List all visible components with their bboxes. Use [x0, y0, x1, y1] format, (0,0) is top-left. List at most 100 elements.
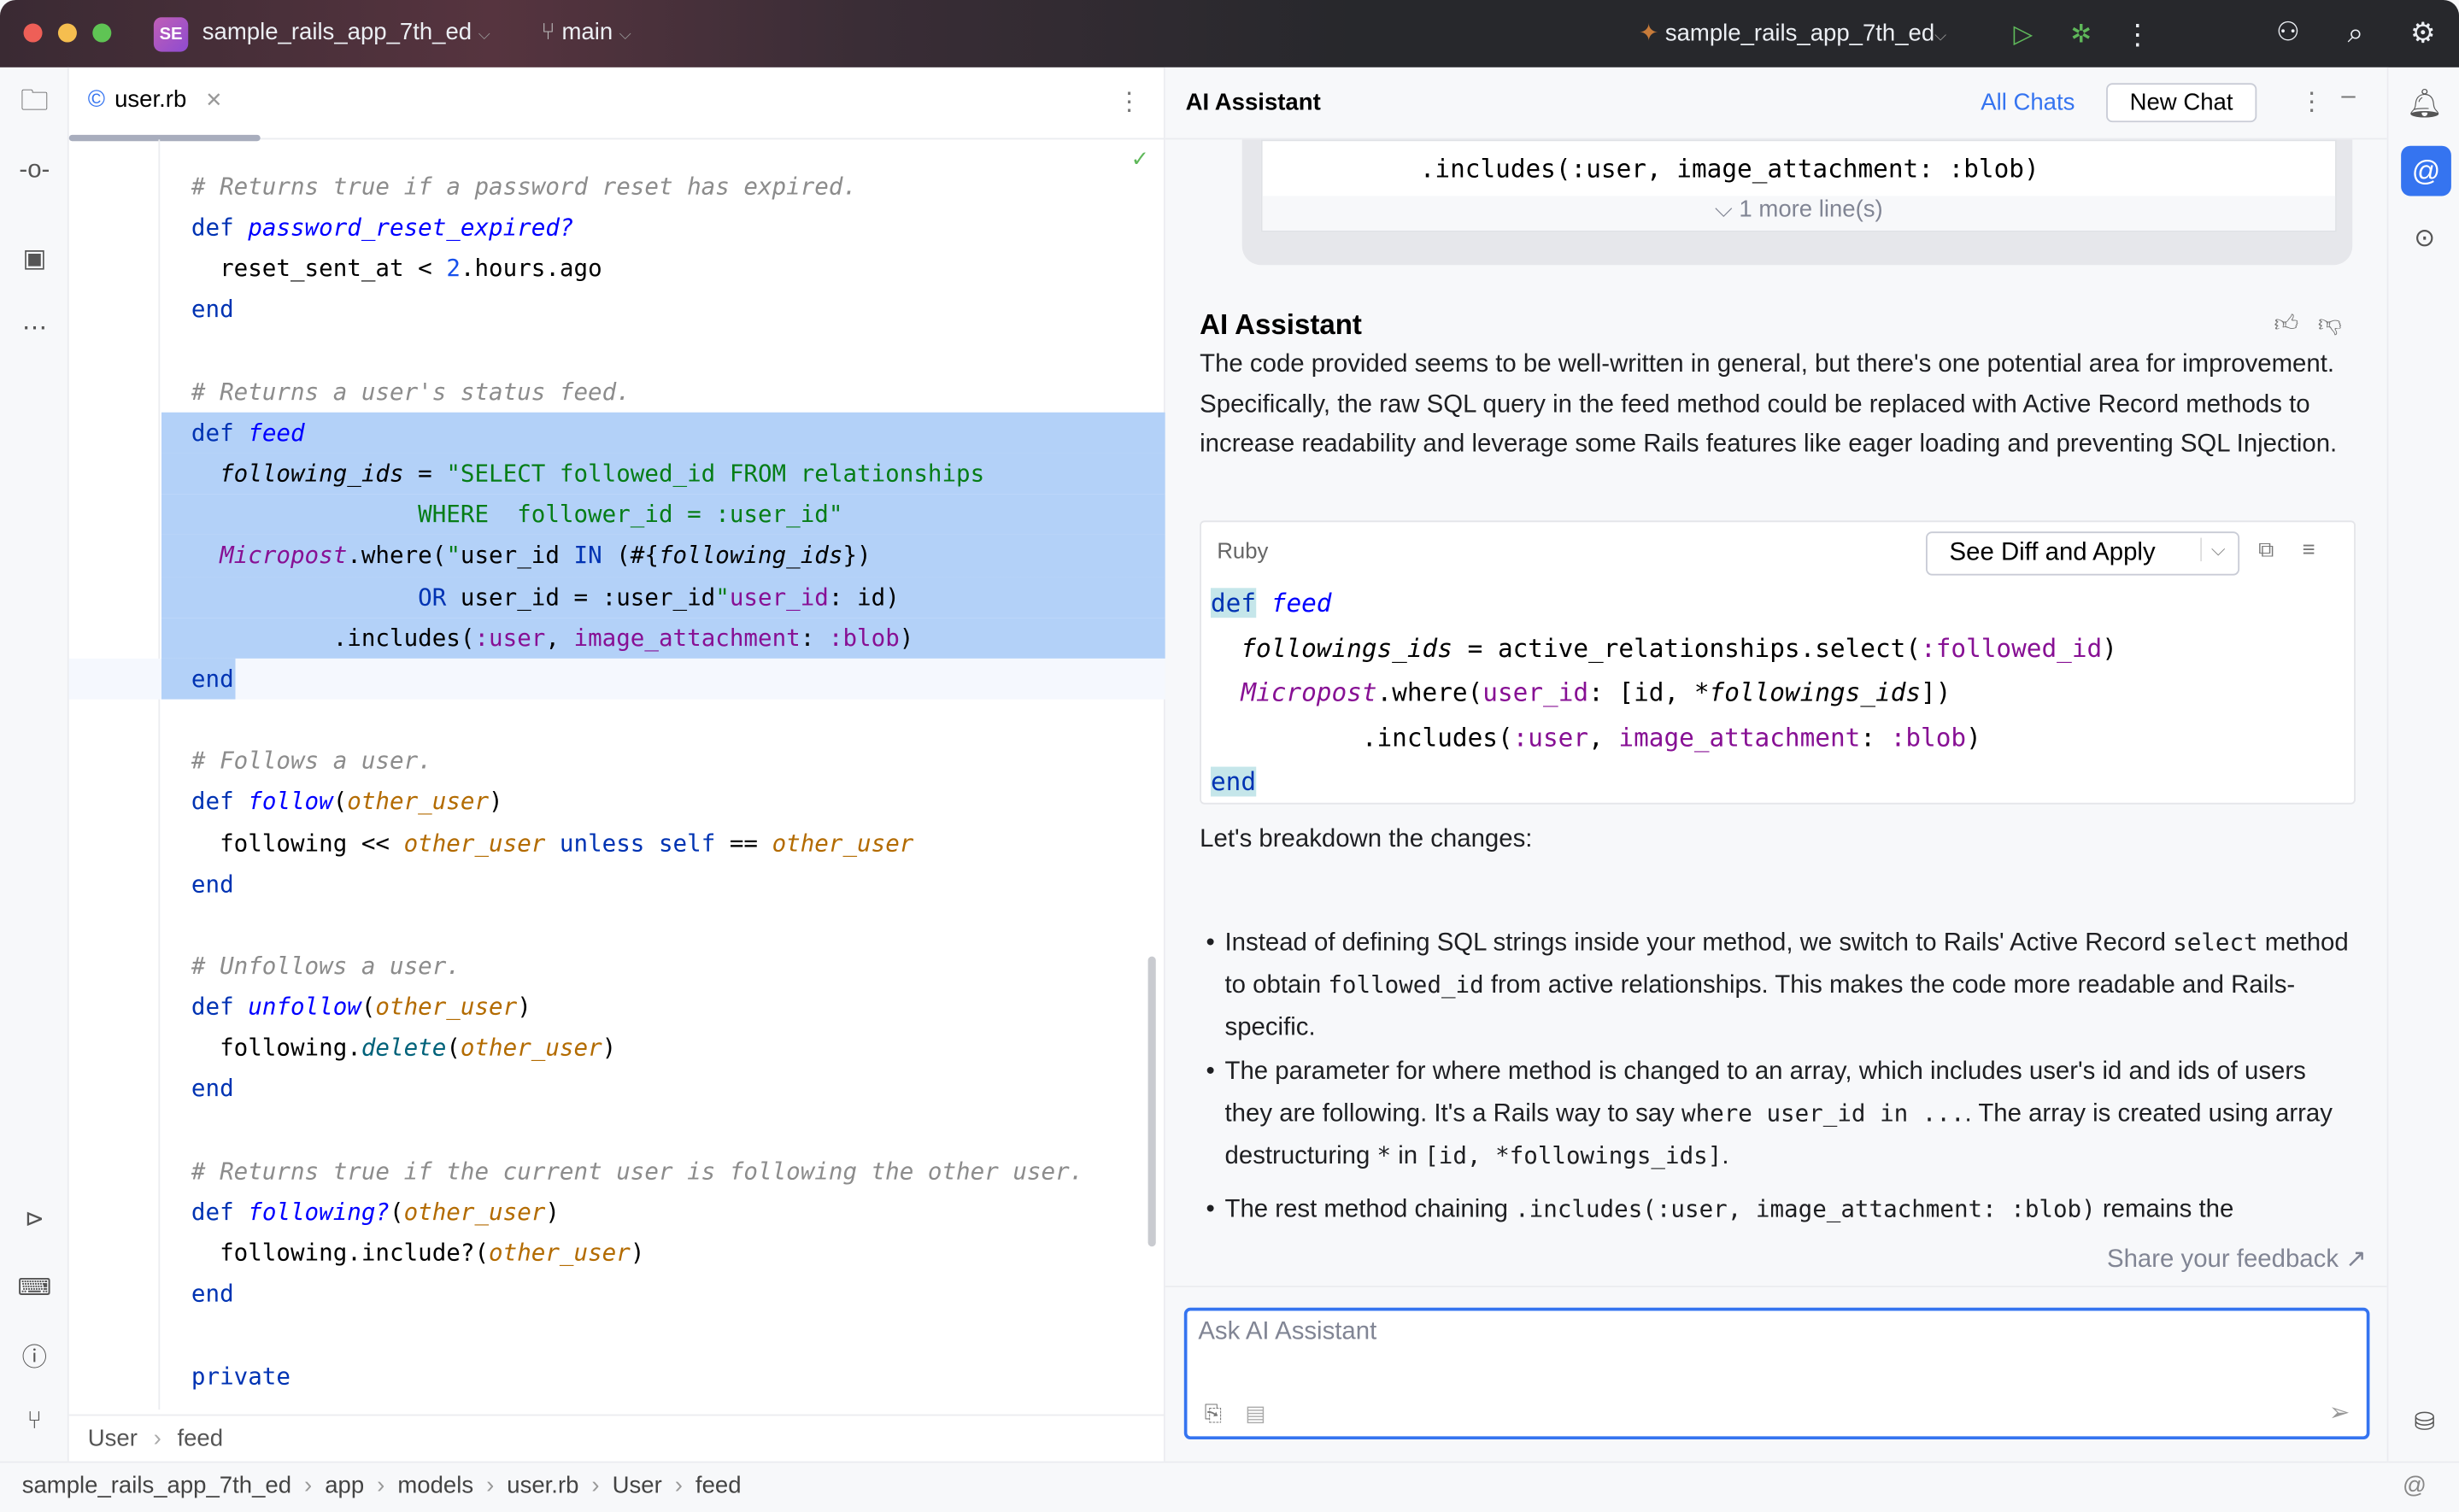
minimize-icon[interactable]: – — [2341, 83, 2355, 111]
all-chats-link[interactable]: All Chats — [1981, 90, 2075, 116]
code-line[interactable]: # Returns true if the current user is fo… — [69, 1151, 1165, 1192]
breadcrumb-item[interactable]: User — [88, 1425, 138, 1451]
code-line[interactable]: # Returns a user's status feed. — [69, 372, 1165, 413]
insert-at-caret-icon[interactable]: ≡ — [2303, 536, 2315, 561]
code-line[interactable]: .includes(:user, image_attachment: :blob… — [68, 617, 1165, 659]
terminal-icon[interactable]: ⌨ — [17, 1272, 52, 1304]
path-segment[interactable]: models — [397, 1473, 473, 1499]
path-segment[interactable]: app — [325, 1473, 364, 1499]
folder-icon[interactable]: 🗀 — [17, 85, 51, 121]
gear-icon[interactable]: ⚙ — [2406, 15, 2440, 50]
code-lines[interactable]: # Returns true if a password reset has e… — [68, 167, 1165, 1397]
thumbs-up-icon[interactable]: 👍︎ — [2274, 310, 2298, 338]
code-editor[interactable]: © user.rb ✕ ⋮ ✓ # Returns true if a pass… — [68, 67, 1165, 1462]
expand-more-lines[interactable]: ⌵ 1 more line(s) — [1262, 196, 2336, 231]
code-line[interactable] — [69, 1315, 1165, 1356]
code-token: other_user — [347, 788, 490, 817]
code-token: def — [191, 788, 249, 817]
chevron-down-icon[interactable]: ⌵ — [2200, 537, 2226, 562]
run-icon[interactable]: ▷ — [2007, 19, 2039, 50]
tab-options-icon[interactable]: ⋮ — [1117, 86, 1141, 118]
database-icon[interactable]: ⛁ — [2407, 1405, 2441, 1439]
branch-selector[interactable]: ⑂ main ⌵ — [541, 19, 631, 45]
code-line[interactable]: def password_reset_expired? — [69, 208, 1165, 249]
code-token: :user — [474, 624, 546, 653]
thumbs-down-icon[interactable]: 👎︎ — [2318, 310, 2342, 338]
save-prompt-icon[interactable]: ▤ — [1245, 1400, 1265, 1427]
add-user-icon[interactable]: ⚇ — [2271, 15, 2305, 50]
close-tab-icon[interactable]: ✕ — [205, 87, 222, 112]
editor-breadcrumb: User › feed — [68, 1414, 1165, 1462]
path-segment[interactable]: user.rb — [507, 1473, 578, 1499]
code-line[interactable]: following.include?(other_user) — [69, 1233, 1165, 1274]
more-actions-icon[interactable]: ⋮ — [2123, 18, 2151, 50]
breadcrumb-item[interactable]: feed — [177, 1425, 223, 1451]
code-line[interactable]: following_ids = "SELECT followed_id FROM… — [68, 453, 1165, 495]
code-token: ( — [390, 1198, 404, 1227]
more-tools-icon[interactable]: ⋯ — [17, 312, 51, 343]
maximize-window-button[interactable] — [92, 23, 112, 43]
code-token: , — [1588, 722, 1619, 753]
code-token: = active_relationships.select( — [1452, 632, 1922, 663]
code-line[interactable]: end — [69, 864, 1165, 905]
code-line[interactable]: following.delete(other_user) — [69, 1028, 1165, 1069]
code-line[interactable]: # Unfollows a user. — [69, 946, 1165, 987]
copy-icon[interactable]: ⧉ — [2258, 536, 2274, 563]
ai-assistant-icon[interactable]: @ — [2401, 145, 2451, 196]
code-line[interactable]: def follow(other_user) — [69, 782, 1165, 823]
code-line[interactable]: OR user_id = :user_id"user_id: id) — [68, 576, 1165, 618]
code-line[interactable]: reset_sent_at < 2.hours.ago — [69, 249, 1165, 290]
notifications-bell-icon[interactable]: 🔔︎ — [2407, 86, 2443, 120]
code-line[interactable]: # Follows a user. — [69, 741, 1165, 782]
code-line[interactable]: end — [68, 658, 1165, 700]
share-feedback-link[interactable]: Share your feedback ↗ — [2107, 1244, 2367, 1275]
new-chat-button[interactable]: New Chat — [2106, 83, 2257, 123]
inline-code: .includes(:user, image_attachment: :blob… — [1515, 1194, 2096, 1223]
code-line[interactable]: def following?(other_user) — [69, 1192, 1165, 1233]
code-line[interactable] — [69, 1110, 1165, 1151]
debug-icon[interactable]: ✲ — [2064, 19, 2098, 50]
tab-user-rb[interactable]: © user.rb ✕ — [88, 86, 223, 113]
code-line[interactable]: private — [69, 1356, 1165, 1397]
code-line[interactable]: # Returns true if a password reset has e… — [69, 167, 1165, 208]
git-icon[interactable]: ⑂ — [17, 1406, 51, 1438]
code-line[interactable]: def feed — [68, 412, 1165, 454]
problems-icon[interactable]: ⓘ — [17, 1339, 51, 1372]
project-selector[interactable]: sample_rails_app_7th_ed ⌵ — [202, 19, 490, 45]
send-icon[interactable]: ➢ — [2329, 1397, 2350, 1428]
path-segment[interactable]: sample_rails_app_7th_ed — [22, 1473, 291, 1499]
code-line[interactable]: end — [69, 1069, 1165, 1110]
code-line[interactable]: WHERE follower_id = :user_id" — [68, 494, 1165, 536]
code-line[interactable]: def unfollow(other_user) — [69, 987, 1165, 1028]
options-icon[interactable]: ⋮ — [2299, 86, 2324, 118]
code-line: end — [1201, 760, 2354, 805]
ai-status-icon[interactable]: @ — [2403, 1473, 2427, 1499]
path-segment[interactable]: User — [613, 1473, 662, 1499]
code-line[interactable] — [69, 700, 1165, 741]
services-icon[interactable]: ⊳ — [17, 1203, 51, 1234]
code-token: end — [191, 665, 234, 694]
bullet-text: in — [1391, 1143, 1425, 1170]
search-icon[interactable]: ⌕ — [2339, 15, 2373, 50]
bullet-text: The rest method chaining — [1224, 1196, 1516, 1223]
attach-context-icon[interactable]: ⎘ — [1205, 1400, 1223, 1427]
run-config-selector[interactable]: ✦ sample_rails_app_7th_ed⌵ — [1639, 19, 1946, 47]
close-window-button[interactable] — [23, 23, 43, 43]
right-tool-strip: 🔔︎ @ ⊙ ⛁ — [2386, 67, 2459, 1462]
minimize-window-button[interactable] — [57, 23, 77, 43]
code-token: the current user is following the other … — [431, 1157, 1084, 1186]
ask-ai-input[interactable]: Ask AI Assistant ⎘ ▤ ➢ — [1183, 1307, 2370, 1439]
code-line[interactable]: following << other_user unless self == o… — [69, 823, 1165, 864]
code-line[interactable] — [69, 331, 1165, 372]
editor-scrollbar[interactable] — [1147, 956, 1156, 1247]
code-line[interactable]: Micropost.where("user_id IN (#{following… — [68, 535, 1165, 577]
code-line[interactable] — [69, 905, 1165, 946]
structure-icon[interactable]: ▣ — [17, 243, 51, 275]
path-segment[interactable]: feed — [695, 1473, 742, 1499]
commit-icon[interactable]: -o- — [17, 155, 51, 187]
see-diff-and-apply-button[interactable]: See Diff and Apply ⌵ — [1925, 531, 2240, 576]
code-line[interactable]: end — [69, 290, 1165, 331]
code-line[interactable]: end — [69, 1274, 1165, 1315]
learn-icon[interactable]: ⊙ — [2407, 221, 2441, 255]
